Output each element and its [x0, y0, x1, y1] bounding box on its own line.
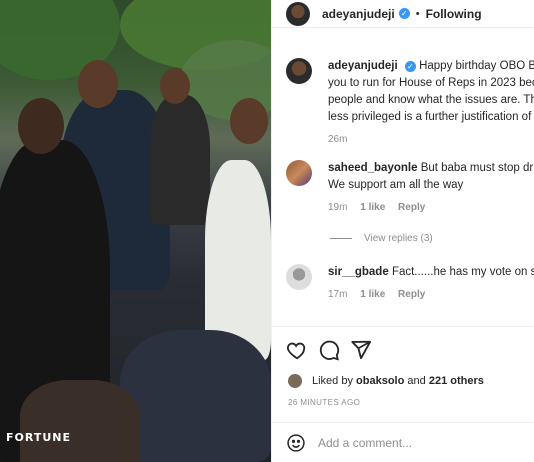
post-timestamp: 26 MINUTES AGO: [288, 398, 361, 407]
heart-icon[interactable]: [286, 339, 308, 361]
header-separator: •: [415, 7, 420, 20]
likes-summary: Liked by obaksolo and 221 others: [288, 374, 484, 388]
comment-likes[interactable]: 1 like: [360, 202, 385, 213]
photo-person-head: [78, 60, 118, 108]
view-replies-label[interactable]: View replies (3): [364, 233, 433, 244]
comment-reply-button[interactable]: Reply: [398, 202, 425, 213]
comment-item: saheed_bayonle But baba must stop drin W…: [286, 160, 534, 213]
verified-icon: ✓: [404, 61, 416, 72]
view-replies-line: [330, 238, 352, 239]
comment-item: sir__gbade Fact......he has my vote on s…: [286, 264, 534, 300]
caption: adeyanjudeji ✓ Happy birthday OBO Bac yo…: [286, 58, 534, 145]
comment-text: Fact......he has my vote on star: [391, 266, 534, 278]
photo-person-head: [18, 98, 64, 154]
comment-username[interactable]: sir__gbade: [328, 266, 389, 278]
share-icon[interactable]: [350, 339, 372, 361]
likes-prefix: Liked by: [312, 375, 353, 387]
comments-list[interactable]: adeyanjudeji ✓ Happy birthday OBO Bac yo…: [272, 28, 534, 326]
photo-person: [150, 95, 210, 225]
caption-username[interactable]: adeyanjudeji: [328, 60, 398, 72]
photo-person-head: [230, 98, 268, 144]
likes-others-link[interactable]: 221 others: [429, 375, 484, 387]
comment-icon[interactable]: [318, 339, 340, 361]
following-button[interactable]: Following: [426, 7, 482, 21]
comment-username[interactable]: saheed_bayonle: [328, 162, 417, 174]
view-replies[interactable]: View replies (3): [330, 233, 433, 244]
caption-text: you to run for House of Reps in 2023 bec: [328, 77, 534, 89]
post-actions: Liked by obaksolo and 221 others 26 MINU…: [272, 326, 534, 422]
author-avatar[interactable]: [286, 1, 310, 26]
comment-time: 17m: [328, 289, 348, 300]
comment-likes[interactable]: 1 like: [360, 289, 385, 300]
add-comment-input[interactable]: Add a comment...: [318, 436, 412, 450]
caption-text: less privileged is a further justificati…: [328, 111, 532, 123]
caption-avatar[interactable]: [286, 58, 312, 84]
caption-text: Happy birthday OBO Bac: [419, 60, 534, 72]
comment-time: 19m: [328, 202, 348, 213]
photo-watermark: FORTUNE: [6, 431, 71, 444]
commenter-avatar[interactable]: [286, 264, 312, 290]
post-photo[interactable]: FORTUNE: [0, 0, 271, 462]
comment-text: But baba must stop drin: [420, 162, 534, 174]
caption-time: 26m: [328, 134, 348, 145]
photo-crowd: [20, 380, 140, 462]
emoji-icon[interactable]: [286, 433, 306, 453]
post-header: adeyanjudeji ✓ • Following: [272, 0, 534, 28]
add-comment-bar: Add a comment...: [272, 422, 534, 462]
likes-connector: and: [407, 375, 426, 387]
commenter-avatar[interactable]: [286, 160, 312, 186]
liker-avatar[interactable]: [288, 374, 302, 388]
caption-text: people and know what the issues are. The: [328, 94, 534, 106]
photo-person-head: [160, 68, 190, 104]
comment-reply-button[interactable]: Reply: [398, 289, 425, 300]
photo-crowd: [120, 330, 271, 462]
liker-username[interactable]: obaksolo: [356, 375, 404, 387]
verified-icon: ✓: [398, 8, 410, 19]
author-username[interactable]: adeyanjudeji: [322, 7, 395, 21]
post-panel: adeyanjudeji ✓ • Following adeyanjudeji …: [271, 0, 534, 462]
comment-text: We support am all the way: [328, 179, 464, 191]
